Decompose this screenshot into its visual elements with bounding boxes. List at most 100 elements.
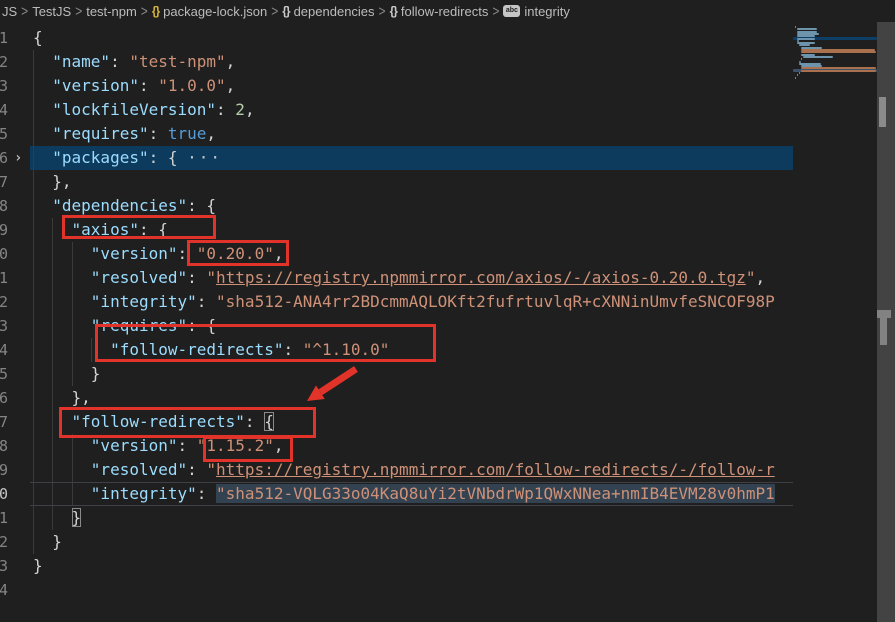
indent-guide bbox=[33, 50, 34, 74]
line-number: 2 bbox=[0, 50, 8, 74]
breadcrumb-item-package-lock-json[interactable]: {} package-lock.json bbox=[151, 4, 268, 19]
scrollbar-thumb[interactable] bbox=[879, 97, 886, 127]
indent-guide bbox=[72, 242, 73, 266]
code-line[interactable]: 11 "resolved": "https://registry.npmmirr… bbox=[0, 266, 793, 290]
code-token: , bbox=[245, 100, 255, 119]
code-token: : bbox=[283, 340, 302, 359]
line-number: 21 bbox=[0, 506, 8, 530]
code-token: "follow-redirects" bbox=[110, 340, 283, 359]
code-token bbox=[33, 436, 91, 455]
code-line[interactable]: 14 "follow-redirects": "^1.10.0" bbox=[0, 338, 793, 362]
scrollbar-marker bbox=[877, 310, 891, 318]
code-line[interactable]: 9 "axios": { bbox=[0, 218, 793, 242]
breadcrumb-item-integrity[interactable]: abc integrity bbox=[502, 4, 571, 19]
code-token bbox=[33, 196, 52, 215]
code-token bbox=[33, 76, 52, 95]
breadcrumb-item-js[interactable]: JS bbox=[1, 4, 18, 19]
code-line[interactable]: 21 } bbox=[0, 506, 793, 530]
indent-guide bbox=[33, 98, 34, 122]
indent-guide bbox=[33, 74, 34, 98]
indent-guide bbox=[91, 338, 92, 362]
code-token: "^1.10.0" bbox=[303, 340, 390, 359]
code-token bbox=[33, 244, 91, 263]
code-token: , bbox=[226, 76, 236, 95]
breadcrumb-label: integrity bbox=[524, 4, 570, 19]
line-number: 20 bbox=[0, 482, 8, 506]
code-token: : bbox=[187, 460, 206, 479]
line-number: 14 bbox=[0, 338, 8, 362]
code-token: , bbox=[274, 244, 284, 263]
breadcrumb-item-follow-redirects[interactable]: {} follow-redirects bbox=[389, 4, 490, 19]
code-token: : bbox=[216, 100, 235, 119]
code-line[interactable]: 12 "integrity": "sha512-ANA4rr2BDcmmAQLO… bbox=[0, 290, 793, 314]
code-token: : { bbox=[149, 148, 188, 167]
code-line[interactable]: 7 }, bbox=[0, 170, 793, 194]
code-token: "resolved" bbox=[91, 268, 187, 287]
indent-guide bbox=[52, 458, 53, 482]
code-line[interactable]: 6› "packages": { ··· bbox=[0, 146, 793, 170]
code-token: "1.0.0" bbox=[158, 76, 225, 95]
code-token bbox=[33, 124, 52, 143]
code-line[interactable]: 15 } bbox=[0, 362, 793, 386]
breadcrumb-item-dependencies[interactable]: {} dependencies bbox=[281, 4, 375, 19]
line-number: 12 bbox=[0, 290, 8, 314]
indent-guide bbox=[52, 483, 53, 505]
breadcrumb-item-testjs[interactable]: TestJS bbox=[31, 4, 72, 19]
code-line[interactable]: 13 "requires": { bbox=[0, 314, 793, 338]
line-number: 15 bbox=[0, 362, 8, 386]
minimap-line bbox=[801, 51, 876, 53]
code-token: " bbox=[206, 268, 216, 287]
code-token: "1.15.2" bbox=[197, 436, 274, 455]
indent-guide bbox=[72, 458, 73, 482]
code-token: }, bbox=[33, 172, 72, 191]
code-token: : { bbox=[187, 316, 216, 335]
code-token: , bbox=[274, 436, 284, 455]
line-number: 19 bbox=[0, 458, 8, 482]
line-number: 11 bbox=[0, 266, 8, 290]
code-line[interactable]: 1{ bbox=[0, 26, 793, 50]
code-line[interactable]: 10 "version": "0.20.0", bbox=[0, 242, 793, 266]
code-line[interactable]: 24 bbox=[0, 578, 793, 602]
code-line[interactable]: 17 "follow-redirects": { bbox=[0, 410, 793, 434]
code-line[interactable]: 19 "resolved": "https://registry.npmmirr… bbox=[0, 458, 793, 482]
code-line[interactable]: 3 "version": "1.0.0", bbox=[0, 74, 793, 98]
line-number: 17 bbox=[0, 410, 8, 434]
code-token bbox=[33, 484, 91, 503]
line-number: 1 bbox=[0, 26, 8, 50]
indent-guide bbox=[72, 362, 73, 386]
minimap[interactable] bbox=[793, 22, 877, 622]
url-link[interactable]: https://registry.npmmirror.com/follow-re… bbox=[216, 460, 775, 479]
indent-guide bbox=[52, 242, 53, 266]
code-line[interactable]: 8 "dependencies": { bbox=[0, 194, 793, 218]
code-token: } bbox=[33, 532, 62, 551]
code-line[interactable]: 2 "name": "test-npm", bbox=[0, 50, 793, 74]
code-line[interactable]: 16 }, bbox=[0, 386, 793, 410]
line-number: 22 bbox=[0, 530, 8, 554]
line-number: 23 bbox=[0, 554, 8, 578]
code-line[interactable]: 5 "requires": true, bbox=[0, 122, 793, 146]
breadcrumb-separator-icon: > bbox=[489, 2, 502, 20]
indent-guide bbox=[33, 338, 34, 362]
line-number: 5 bbox=[0, 122, 8, 146]
breadcrumb-item-test-npm[interactable]: test-npm bbox=[85, 4, 138, 19]
code-line[interactable]: 20 "integrity": "sha512-VQLG33o04KaQ8uYi… bbox=[0, 482, 793, 506]
minimap-line bbox=[801, 70, 876, 72]
code-editor[interactable]: 1{2 "name": "test-npm",3 "version": "1.0… bbox=[0, 22, 793, 622]
code-line[interactable]: 18 "version": "1.15.2", bbox=[0, 434, 793, 458]
code-line[interactable]: 4 "lockfileVersion": 2, bbox=[0, 98, 793, 122]
scrollbar-track bbox=[877, 22, 895, 622]
minimap-line bbox=[803, 56, 833, 58]
url-link[interactable]: https://registry.npmmirror.com/axios/-/a… bbox=[216, 268, 746, 287]
code-token: "packages" bbox=[52, 148, 148, 167]
fold-chevron-icon[interactable]: › bbox=[14, 146, 22, 170]
code-token: : bbox=[149, 124, 168, 143]
code-line[interactable]: 23} bbox=[0, 554, 793, 578]
breadcrumb-separator-icon: > bbox=[376, 2, 389, 20]
minimap-line bbox=[795, 77, 796, 79]
code-line[interactable]: 22 } bbox=[0, 530, 793, 554]
indent-guide bbox=[33, 483, 34, 505]
indent-guide bbox=[33, 314, 34, 338]
indent-guide bbox=[72, 266, 73, 290]
line-number: 24 bbox=[0, 578, 8, 602]
indent-guide bbox=[52, 410, 53, 434]
